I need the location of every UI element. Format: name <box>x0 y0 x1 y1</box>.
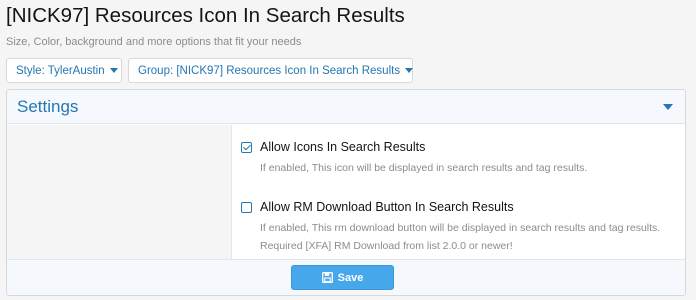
style-selector-button[interactable]: Style: TylerAustin <box>6 58 122 83</box>
settings-header-title: Settings <box>17 96 79 116</box>
chevron-down-icon <box>405 68 414 73</box>
save-button[interactable]: Save <box>291 265 394 290</box>
group-selector-label: Group: [NICK97] Resources Icon In Search… <box>138 64 401 77</box>
chevron-down-icon <box>109 68 118 73</box>
style-selector-label: Style: TylerAustin <box>16 64 105 77</box>
option-label[interactable]: Allow RM Download Button In Search Resul… <box>260 200 514 214</box>
group-selector-button[interactable]: Group: [NICK97] Resources Icon In Search… <box>128 58 414 83</box>
settings-header[interactable]: Settings <box>7 90 685 124</box>
settings-block: Settings Allow Icons In Search Results I… <box>6 89 686 296</box>
allow-icons-checkbox[interactable] <box>241 142 252 153</box>
save-button-label: Save <box>337 271 364 284</box>
page-title: [NICK97] Resources Icon In Search Result… <box>6 4 405 27</box>
option-hint: If enabled, This icon will be displayed … <box>260 162 588 174</box>
option-hint: If enabled, This rm download button will… <box>260 222 661 252</box>
collapse-caret-icon[interactable] <box>663 104 673 110</box>
form-footer: Save <box>7 259 685 295</box>
allow-rm-download-checkbox[interactable] <box>241 202 252 213</box>
page-subtitle: Size, Color, background and more options… <box>6 36 302 48</box>
option-label[interactable]: Allow Icons In Search Results <box>260 140 425 154</box>
floppy-disk-icon <box>321 272 333 283</box>
form-label-column <box>7 125 232 259</box>
